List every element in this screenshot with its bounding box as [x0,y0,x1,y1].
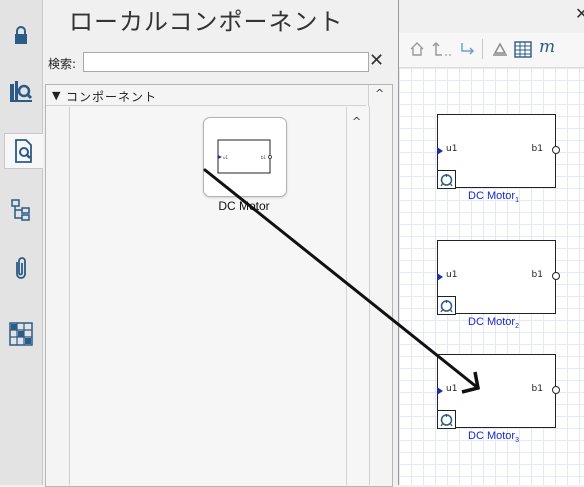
canvas-toolbar: m [399,33,584,68]
navigate-down-icon[interactable] [459,41,477,61]
port-in-label: u1 [446,384,458,394]
toolbar-separator [482,39,483,59]
component-tile-dc-motor[interactable]: u1 b1 [203,117,287,197]
library-search-icon[interactable] [4,74,38,108]
tree-node-label: コンポーネント [66,90,158,104]
dc-motor-block-1[interactable]: u1 b1 DC Motor1 [437,114,560,204]
expand-triangle-icon[interactable]: ▼ [52,89,60,102]
scroll-up-icon[interactable]: ^ [352,115,361,128]
thumb-port-out-label: b1 [261,155,267,160]
port-out-label: b1 [531,270,543,280]
output-port[interactable] [552,386,560,394]
table-icon[interactable] [514,41,532,62]
output-port[interactable] [552,146,560,154]
model-script-icon[interactable]: m [539,37,555,57]
scroll-up-icon[interactable]: ^ [375,87,384,100]
panel-title: ローカルコンポーネント [69,8,344,36]
motor-icon [437,410,456,429]
home-icon[interactable] [409,41,425,61]
component-list-scrollbar[interactable]: ^ [346,107,369,485]
port-out-label: b1 [531,384,543,394]
canvas-tab-bar: ✕ [399,0,584,34]
component-tree: ▼ コンポーネント ^ u1 b1 DC Motor ^ [45,84,393,487]
component-name: DC Motor [218,199,270,213]
close-icon[interactable]: ✕ [575,4,584,23]
hierarchy-icon[interactable] [4,193,38,227]
attachment-icon[interactable] [4,252,38,286]
modeling-canvas[interactable]: ✕ m u1 b1 DC Motor1 u1 b1 DC Motor2 u1 b… [398,0,584,485]
dc-motor-block-2[interactable]: u1 b1 DC Motor2 [437,240,560,330]
chart-icon[interactable] [491,41,509,61]
block-label: DC Motor2 [468,316,519,331]
tree-scrollbar[interactable]: ^ [368,85,392,485]
component-grid-icon[interactable] [4,317,38,351]
lock-icon[interactable] [4,18,38,52]
navigate-up-icon[interactable] [431,41,453,61]
left-toolstrip [0,0,43,485]
input-port[interactable] [437,273,443,281]
clear-search-icon[interactable]: ✕ [369,51,384,71]
port-in-label: u1 [446,144,458,154]
local-components-panel: ローカルコンポーネント 検索: ✕ ▼ コンポーネント ^ u1 b1 DC M… [43,0,393,487]
port-in-label: u1 [446,270,458,280]
block-label: DC Motor3 [468,430,519,445]
search-row: 検索: ✕ [43,50,393,74]
output-port[interactable] [552,272,560,280]
document-search-icon[interactable] [4,133,43,169]
motor-icon [437,296,456,315]
port-out-label: b1 [531,144,543,154]
component-list: u1 b1 DC Motor ^ [69,107,370,485]
block-label: DC Motor1 [468,190,519,205]
dc-motor-thumbnail: u1 b1 [217,139,272,174]
search-label: 検索: [48,57,77,71]
input-port[interactable] [437,387,443,395]
search-input[interactable] [83,52,369,72]
dc-motor-block-3[interactable]: u1 b1 DC Motor3 [437,354,560,444]
thumb-port-in-label: u1 [223,155,229,160]
tree-node-components[interactable]: ▼ コンポーネント [46,85,366,106]
input-port[interactable] [437,147,443,155]
motor-icon [437,170,456,189]
